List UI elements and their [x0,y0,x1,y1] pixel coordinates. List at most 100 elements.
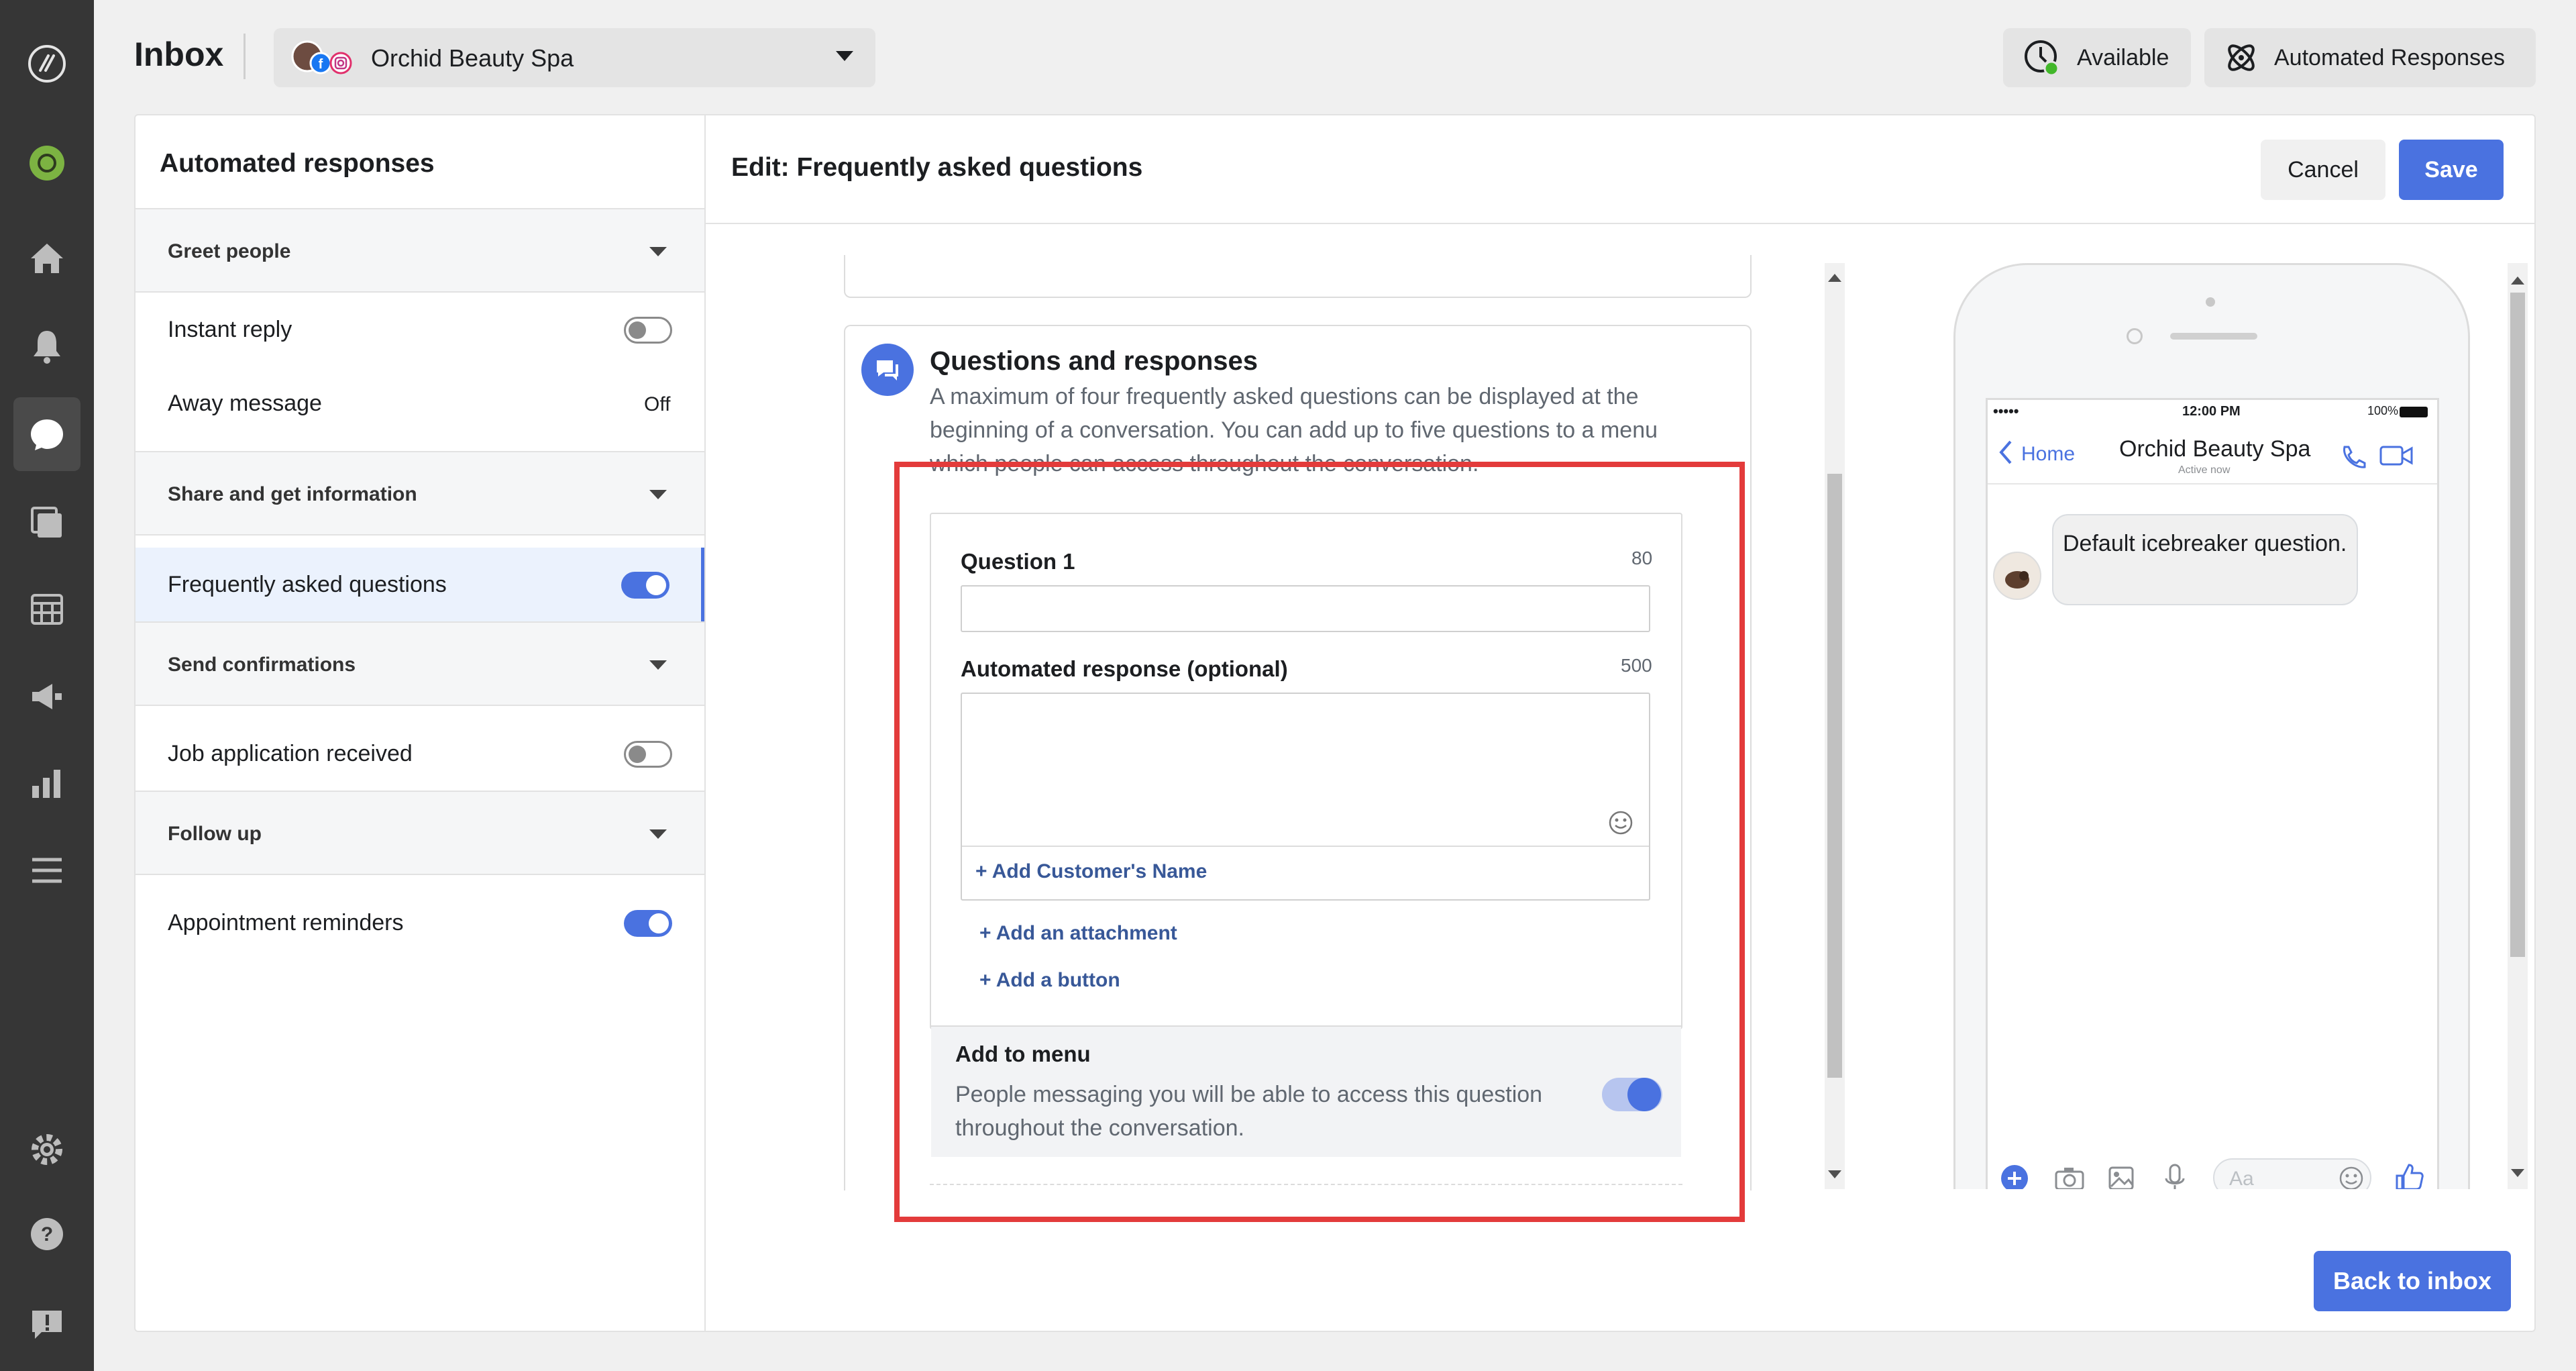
scroll-up-icon[interactable] [2511,276,2524,285]
page-title: Inbox [134,36,224,73]
sidebar-item-label: Appointment reminders [168,910,404,935]
chevron-down-icon [649,490,667,499]
section-send-confirmations[interactable]: Send confirmations [136,621,704,706]
status-bar: ••••• 12:00 PM 100% [1988,400,2437,424]
back-home-link[interactable]: Home [2021,443,2075,466]
availability-button[interactable]: Available [2003,28,2191,87]
contact-active-status: Active now [2178,464,2231,476]
planner-calendar-icon[interactable] [0,572,94,646]
chat-header: Home Orchid Beauty Spa Active now [1988,424,2437,485]
clock-status-icon [2025,40,2059,77]
svg-text:f: f [319,57,323,72]
signal-indicator: ••••• [1993,403,2019,419]
section-follow-up[interactable]: Follow up [136,791,704,875]
section-label: Follow up [168,823,262,845]
card-title: Questions and responses [930,346,1258,376]
save-button[interactable]: Save [2399,140,2504,200]
page-name: Orchid Beauty Spa [371,44,574,72]
icebreaker-bubble: Default icebreaker question. [2052,514,2358,605]
section-label: Send confirmations [168,654,356,676]
sidebar-item-instant-reply[interactable]: Instant reply [136,293,704,366]
status-time: 12:00 PM [2182,404,2241,419]
sidebar-item-label: Instant reply [168,317,292,342]
chat-bubbles-icon [861,344,914,396]
page-avatar-icon[interactable] [0,126,94,200]
phone-screen: ••••• 12:00 PM 100% Home Orchid Beauty S… [1986,398,2439,1189]
automated-responses-label: Automated Responses [2274,44,2505,70]
home-icon[interactable] [0,221,94,295]
section-greet-people[interactable]: Greet people [136,208,704,293]
scroll-up-icon[interactable] [1828,274,1841,282]
job-application-toggle[interactable] [624,741,672,768]
section-share-and-get-information[interactable]: Share and get information [136,451,704,536]
message-composer: Aa [1988,1152,2437,1189]
microphone-icon[interactable] [2163,1162,2186,1189]
automated-responses-button[interactable]: Automated Responses [2204,28,2536,87]
scroll-down-icon[interactable] [1828,1170,1841,1178]
highlight-annotation [894,462,1745,1222]
sidebar-title: Automated responses [160,149,435,178]
svg-text:?: ? [41,1223,53,1246]
page-avatars-icon: f [288,36,356,79]
help-icon[interactable]: ? [0,1197,94,1271]
ads-megaphone-icon[interactable] [0,659,94,733]
inbox-chat-icon[interactable] [13,397,80,471]
section-label: Share and get information [168,483,417,505]
away-message-status: Off [644,393,671,415]
composer-input[interactable]: Aa [2213,1158,2371,1189]
plus-circle-icon[interactable] [2000,1164,2029,1189]
back-chevron-icon[interactable] [1997,439,2015,466]
chevron-down-icon [649,660,667,670]
header-divider [706,223,2534,224]
thumbs-up-icon[interactable] [2393,1161,2425,1189]
chevron-down-icon [649,829,667,839]
gallery-icon[interactable] [2107,1165,2135,1189]
back-to-inbox-button[interactable]: Back to inbox [2314,1251,2511,1311]
settings-gear-icon[interactable] [0,1113,94,1186]
phone-sensor [2206,297,2215,307]
sidebar-item-job-application-received[interactable]: Job application received [136,717,704,791]
report-problem-icon[interactable] [0,1287,94,1361]
faq-toggle[interactable] [621,572,669,599]
chevron-down-icon [836,51,853,61]
phone-speaker [2170,333,2257,340]
sidebar-item-appointment-reminders[interactable]: Appointment reminders [136,886,704,960]
notifications-bell-icon[interactable] [0,309,94,383]
phone-preview: ••••• 12:00 PM 100% Home Orchid Beauty S… [1953,263,2470,1189]
section-label: Greet people [168,240,291,262]
automation-icon [2228,44,2255,71]
sidebar-item-frequently-asked-questions[interactable]: Frequently asked questions [136,548,704,621]
availability-label: Available [2077,44,2169,70]
previous-section-card [844,255,1752,298]
left-nav-rail: ? [0,0,94,1371]
battery-level: 100% [2367,404,2399,417]
cancel-button[interactable]: Cancel [2261,140,2385,200]
video-call-icon[interactable] [2379,444,2414,467]
preview-scroll-thumb[interactable] [2510,293,2525,957]
instant-reply-toggle[interactable] [624,317,672,344]
menu-hamburger-icon[interactable] [0,833,94,907]
phone-call-icon[interactable] [2339,443,2366,470]
editor-scroll-thumb[interactable] [1827,474,1842,1078]
insights-chart-icon[interactable] [0,746,94,820]
page-selector-dropdown[interactable]: f Orchid Beauty Spa [274,28,875,87]
sidebar-item-label: Job application received [168,741,413,766]
sidebar-item-label: Away message [168,391,322,416]
editor-scrollbar[interactable] [1825,263,1845,1189]
preview-scrollbar[interactable] [2508,263,2528,1189]
facebook-logo-icon[interactable] [0,27,94,101]
chevron-down-icon [649,247,667,256]
chat-contact-name: Orchid Beauty Spa [2119,436,2311,462]
content-posts-icon[interactable] [0,485,94,558]
camera-icon[interactable] [2053,1165,2086,1189]
phone-camera [2127,328,2143,344]
emoji-icon[interactable] [2338,1165,2365,1189]
page-avatar [1993,552,2041,600]
appointment-reminders-toggle[interactable] [624,910,672,937]
sidebar-item-label: Frequently asked questions [168,572,447,597]
edit-title: Edit: Frequently asked questions [731,153,1143,182]
composer-placeholder: Aa [2229,1168,2254,1189]
scroll-down-icon[interactable] [2511,1169,2524,1177]
sidebar-item-away-message[interactable]: Away message Off [136,366,704,440]
title-divider [244,34,246,79]
